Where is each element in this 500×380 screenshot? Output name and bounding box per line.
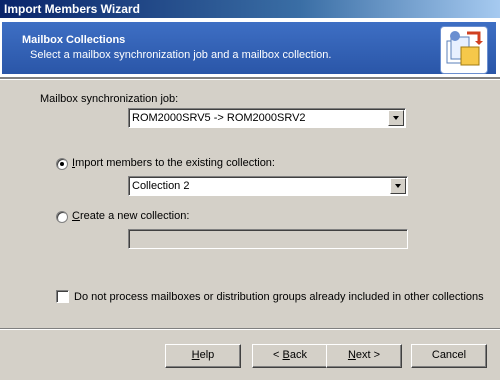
sync-job-combobox[interactable]: ROM2000SRV5 -> ROM2000SRV2 (128, 108, 406, 128)
header-separator (0, 78, 500, 80)
import-existing-radio[interactable] (56, 158, 68, 170)
collection-combobox[interactable]: Collection 2 (128, 176, 408, 196)
skip-included-label[interactable]: Do not process mailboxes or distribution… (74, 291, 484, 303)
sync-job-label: Mailbox synchronization job: (40, 93, 179, 105)
next-button[interactable]: Next > (326, 344, 402, 368)
chevron-down-icon[interactable] (390, 178, 406, 194)
title-bar: Import Members Wizard (0, 0, 500, 18)
skip-included-checkbox[interactable] (56, 290, 69, 303)
help-button[interactable]: Help (165, 344, 241, 368)
wizard-collections-icon (440, 26, 488, 74)
sync-job-value: ROM2000SRV5 -> ROM2000SRV2 (132, 112, 306, 124)
new-collection-name-input[interactable] (128, 229, 408, 249)
chevron-down-icon[interactable] (388, 110, 404, 126)
footer-separator (0, 328, 500, 330)
header-title: Mailbox Collections (22, 34, 126, 46)
import-existing-label[interactable]: Import members to the existing collectio… (72, 157, 275, 169)
wizard-header: Mailbox Collections Select a mailbox syn… (0, 18, 500, 78)
window-title: Import Members Wizard (4, 2, 140, 16)
header-banner: Mailbox Collections Select a mailbox syn… (2, 22, 496, 74)
create-new-label[interactable]: Create a new collection: (72, 210, 189, 222)
collection-value: Collection 2 (132, 180, 190, 192)
header-subtitle: Select a mailbox synchronization job and… (30, 49, 332, 61)
create-new-radio[interactable] (56, 211, 68, 223)
back-button[interactable]: < Back (252, 344, 328, 368)
cancel-button[interactable]: Cancel (411, 344, 487, 368)
